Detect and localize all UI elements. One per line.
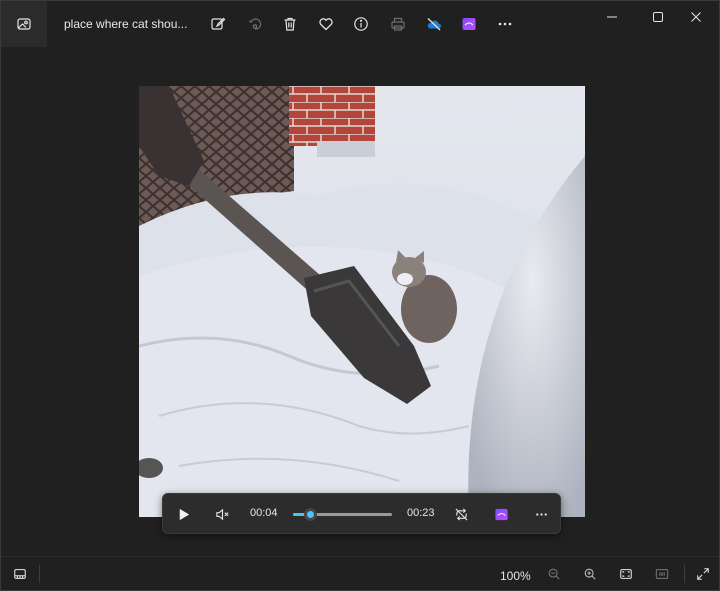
divider bbox=[39, 565, 40, 583]
file-info-button[interactable] bbox=[349, 13, 373, 35]
loop-button[interactable] bbox=[449, 503, 473, 525]
title-bar: place where cat shou... bbox=[1, 1, 719, 47]
filmstrip-icon bbox=[14, 569, 26, 579]
mute-button[interactable] bbox=[210, 503, 234, 525]
video-frame[interactable] bbox=[139, 86, 585, 517]
delete-button[interactable] bbox=[278, 13, 302, 35]
video-frame-image bbox=[139, 86, 585, 517]
filmstrip-button[interactable] bbox=[9, 565, 31, 583]
onedrive-off-icon bbox=[427, 18, 441, 31]
more-options-button[interactable] bbox=[493, 13, 517, 35]
minimize-button[interactable] bbox=[589, 1, 635, 33]
minimize-icon bbox=[607, 16, 617, 18]
edit-image-icon bbox=[211, 17, 226, 30]
play-button[interactable] bbox=[171, 503, 195, 525]
zoom-out-icon bbox=[548, 568, 560, 580]
actual-size-icon bbox=[655, 569, 669, 579]
more-icon bbox=[498, 22, 512, 26]
info-icon bbox=[354, 17, 368, 31]
more-icon bbox=[535, 512, 547, 516]
play-icon bbox=[179, 508, 189, 520]
seek-thumb[interactable] bbox=[303, 508, 317, 521]
clipchamp-icon bbox=[462, 18, 476, 30]
window-title: place where cat shou... bbox=[64, 17, 188, 31]
playback-bar: 00:04 00:23 bbox=[162, 493, 561, 534]
divider bbox=[684, 565, 685, 583]
maximize-icon bbox=[653, 12, 663, 22]
onedrive-button[interactable] bbox=[422, 13, 446, 35]
zoom-in-icon bbox=[584, 568, 596, 580]
close-icon bbox=[691, 12, 701, 22]
zoom-in-button[interactable] bbox=[579, 565, 601, 583]
playbar-more-button[interactable] bbox=[529, 503, 553, 525]
media-viewer: 00:04 00:23 bbox=[1, 47, 719, 556]
rotate-icon bbox=[248, 18, 262, 30]
status-bar: 100% bbox=[1, 556, 719, 590]
zoom-out-button[interactable] bbox=[543, 565, 565, 583]
edit-image-button[interactable] bbox=[206, 13, 230, 35]
seek-bar[interactable] bbox=[293, 508, 392, 521]
clipchamp-icon bbox=[494, 508, 508, 520]
fit-to-window-icon bbox=[620, 569, 632, 579]
fullscreen-icon bbox=[697, 568, 709, 580]
mute-icon bbox=[215, 508, 229, 520]
gallery-icon bbox=[17, 18, 31, 30]
fit-to-window-button[interactable] bbox=[615, 565, 637, 583]
clipchamp-button[interactable] bbox=[457, 13, 481, 35]
playbar-clipchamp-button[interactable] bbox=[489, 503, 513, 525]
close-button[interactable] bbox=[673, 1, 719, 33]
actual-size-button[interactable] bbox=[651, 565, 673, 583]
favorite-button[interactable] bbox=[314, 13, 338, 35]
fullscreen-button[interactable] bbox=[692, 565, 714, 583]
rotate-button[interactable] bbox=[243, 13, 267, 35]
zoom-level[interactable]: 100% bbox=[500, 569, 531, 583]
photos-app-window: place where cat shou... 00:04 00:23 100% bbox=[0, 0, 720, 591]
loop-icon bbox=[454, 507, 468, 521]
print-button[interactable] bbox=[386, 13, 410, 35]
favorite-icon bbox=[319, 18, 333, 31]
gallery-button[interactable] bbox=[1, 1, 47, 47]
current-time: 00:04 bbox=[250, 507, 278, 519]
print-icon bbox=[391, 17, 405, 31]
delete-icon bbox=[284, 17, 296, 31]
duration: 00:23 bbox=[407, 507, 435, 519]
